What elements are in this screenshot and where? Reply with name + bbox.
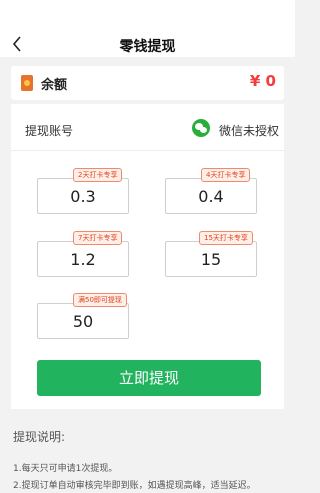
balance-label: 余额 (41, 78, 68, 93)
amount-tag: 4天打卡专享 (201, 168, 251, 182)
note-line: 1.每天只可申请1次提现。 (13, 464, 118, 474)
wechat-icon[interactable] (192, 119, 210, 137)
amount-option-3[interactable]: 7天打卡专享 1.2 (37, 231, 129, 277)
account-label: 提现账号 (25, 124, 74, 138)
amount-option-5[interactable]: 满50即可提现 50 (37, 293, 129, 339)
amount-option-2[interactable]: 4天打卡专享 0.4 (165, 168, 257, 214)
divider (11, 150, 284, 151)
amount-tag: 15天打卡专享 (199, 231, 253, 245)
amount-tag: 2天打卡专享 (73, 168, 123, 182)
amount-option-1[interactable]: 2天打卡专享 0.3 (37, 168, 129, 214)
amount-value: 0.3 (70, 187, 96, 206)
account-status[interactable]: 微信未授权 (219, 122, 279, 139)
amount-option-4[interactable]: 15天打卡专享 15 (165, 231, 257, 277)
balance-value: ¥ 0 (249, 72, 276, 90)
navbar: 零钱提现 (0, 0, 295, 57)
amount-value: 15 (200, 250, 222, 269)
amount-tag: 7天打卡专享 (73, 231, 123, 245)
withdraw-button[interactable]: 立即提现 (37, 360, 261, 396)
page-title: 零钱提现 (119, 39, 176, 55)
notes-title: 提现说明: (13, 430, 66, 444)
amount-value: 1.2 (70, 250, 96, 269)
red-packet-icon (21, 75, 33, 91)
amount-value: 50 (72, 312, 94, 331)
amount-value: 0.4 (198, 187, 224, 206)
note-line: 2.提现订单自动审核完毕即到账，如遇提现高峰，适当延迟。 (13, 481, 256, 491)
balance-card: 余额 ¥ 0 (11, 66, 284, 100)
amount-tag: 满50即可提现 (73, 293, 127, 307)
